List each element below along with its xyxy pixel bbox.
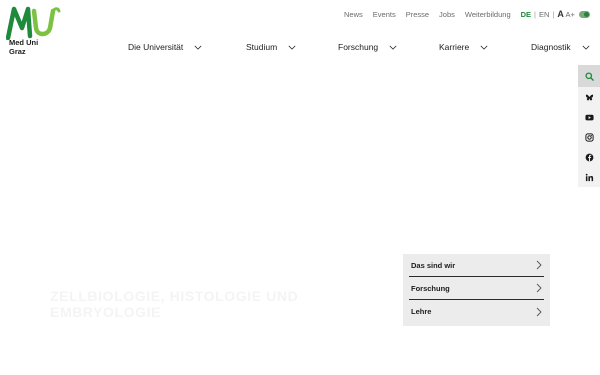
font-size-controls: A A+ <box>557 9 575 19</box>
chevron-down-icon <box>194 45 202 50</box>
nav-label: Diagnostik <box>531 42 571 52</box>
quick-link-label: Das sind wir <box>411 260 456 270</box>
language-switcher: DE | EN | <box>521 10 558 19</box>
facebook-link[interactable] <box>578 147 600 167</box>
nav-forschung[interactable]: Forschung <box>338 42 397 52</box>
lang-en[interactable]: EN <box>539 10 549 19</box>
meta-link-weiterbildung[interactable]: Weiterbildung <box>465 10 511 19</box>
nav-die-universitaet[interactable]: Die Universität <box>128 42 202 52</box>
hero-title: Zellbiologie, Histologie und Embryologie <box>50 288 299 320</box>
font-size-normal[interactable]: A <box>557 9 564 19</box>
contrast-toggle[interactable] <box>578 10 590 18</box>
nav-karriere[interactable]: Karriere <box>439 42 488 52</box>
main-navigation: Die Universität Studium Forschung Karrie… <box>0 42 600 56</box>
bluesky-link[interactable] <box>578 87 600 107</box>
chevron-down-icon <box>389 45 397 50</box>
chevron-right-icon <box>536 283 542 293</box>
chevron-right-icon <box>536 307 542 316</box>
lang-de[interactable]: DE <box>521 10 531 19</box>
nav-label: Die Universität <box>128 42 184 52</box>
quick-link-lehre[interactable]: Lehre <box>409 300 544 323</box>
search-icon <box>584 71 594 81</box>
nav-studium[interactable]: Studium <box>246 42 296 52</box>
fontsize-separator: | <box>552 9 555 19</box>
quick-link-label: Lehre <box>411 307 432 316</box>
chevron-right-icon <box>536 260 542 270</box>
bluesky-icon <box>585 94 593 100</box>
instagram-icon <box>584 132 594 142</box>
meta-link-jobs[interactable]: Jobs <box>439 10 455 19</box>
nav-label: Studium <box>246 42 278 52</box>
instagram-link[interactable] <box>578 127 600 147</box>
linkedin-icon <box>585 173 593 181</box>
font-size-increase[interactable]: A+ <box>566 10 575 19</box>
quick-link-forschung[interactable]: Forschung <box>409 277 544 300</box>
chevron-down-icon <box>582 45 590 50</box>
meta-link-news[interactable]: News <box>344 10 363 19</box>
chevron-down-icon <box>480 45 488 50</box>
nav-label: Forschung <box>338 42 379 52</box>
chevron-down-icon <box>288 45 296 50</box>
youtube-icon <box>584 114 594 120</box>
linkedin-link[interactable] <box>578 167 600 187</box>
search-button[interactable] <box>578 65 600 87</box>
facebook-icon <box>585 153 593 161</box>
quick-links-panel: Das sind wir Forschung Lehre <box>403 254 550 326</box>
meta-link-events[interactable]: Events <box>373 10 396 19</box>
lang-separator: | <box>534 9 536 19</box>
quick-link-label: Forschung <box>411 283 450 293</box>
nav-diagnostik[interactable]: Diagnostik <box>531 42 590 52</box>
mu-logo-mark <box>6 6 61 40</box>
social-sidebar <box>578 65 600 187</box>
meta-link-presse[interactable]: Presse <box>406 10 429 19</box>
youtube-link[interactable] <box>578 107 600 127</box>
meta-navigation: News Events Presse Jobs Weiterbildung DE… <box>344 9 590 19</box>
quick-link-das-sind-wir[interactable]: Das sind wir <box>409 254 544 277</box>
nav-label: Karriere <box>439 42 470 52</box>
